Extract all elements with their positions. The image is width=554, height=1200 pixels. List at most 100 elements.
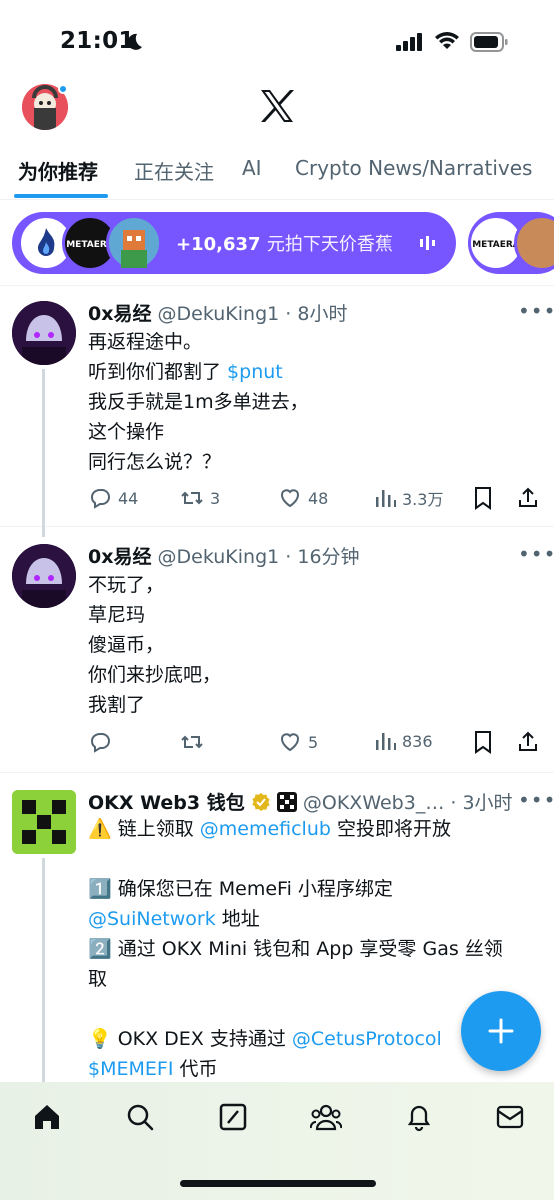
tab-for-you[interactable]: 为你推荐 xyxy=(18,156,98,185)
messages-mail-icon[interactable] xyxy=(495,1102,525,1132)
search-icon[interactable] xyxy=(125,1102,155,1132)
bookmark-icon[interactable] xyxy=(472,486,494,510)
tab-ai[interactable]: AI xyxy=(242,156,262,180)
anime-avatar-illustration xyxy=(12,301,76,365)
space-info: +10,637 元拍下天价香蕉 xyxy=(176,230,393,256)
okx-affiliate-badge-icon xyxy=(276,792,297,812)
reply-button[interactable]: 44 xyxy=(88,486,138,510)
repost-icon xyxy=(181,491,203,505)
like-button[interactable]: 48 xyxy=(278,486,328,510)
live-space-pill[interactable]: METAERA +10,637 元拍下天价香蕉 xyxy=(12,212,456,274)
author-handle-time[interactable]: @DekuKing1 · 8小时 xyxy=(158,303,348,325)
tweet-author-avatar[interactable] xyxy=(12,301,76,365)
tweet-line-text: ⚠️ 链上领取 xyxy=(88,818,200,840)
tweet-text: ⚠️ 链上领取 @memeficlub 空投即将开放 1️⃣ 确保您已在 Mem… xyxy=(88,814,528,1084)
tweet-text: 不玩了， 草尼玛 傻逼币， 你们来抄底吧， 我割了 xyxy=(88,570,528,720)
active-tab-indicator xyxy=(14,194,108,198)
views-button[interactable]: 3.3万 xyxy=(374,486,443,510)
tweet-line-text: 代币 xyxy=(173,1058,218,1080)
timeline-tabs: 为你推荐 正在关注 AI Crypto News/Narratives xyxy=(0,148,554,200)
author-handle-time[interactable]: @OKXWeb3_… · 3小时 xyxy=(303,792,513,814)
cashtag-link[interactable]: $MEMEFI xyxy=(88,1058,173,1080)
author-handle-time[interactable]: @DekuKing1 · 16分钟 xyxy=(158,546,360,568)
author-name[interactable]: 0x易经 xyxy=(88,303,151,325)
communities-icon[interactable] xyxy=(310,1102,342,1132)
tweet-line: ⚠️ 链上领取 @memeficlub 空投即将开放 xyxy=(88,814,528,844)
tweet-line: $MEMEFI 代币 xyxy=(88,1054,528,1084)
reply-icon xyxy=(91,733,110,753)
okx-logo-icon xyxy=(12,790,76,854)
more-options-icon[interactable]: ••• xyxy=(518,542,554,566)
tab-crypto-news[interactable]: Crypto News/Narratives xyxy=(295,156,532,180)
views-count: 3.3万 xyxy=(402,490,444,509)
tweet[interactable]: 0x易经 @DekuKing1 · 8小时 ••• 再返程途中。 听到你们都割了… xyxy=(0,287,554,537)
tweet-header: 0x易经 @DekuKing1 · 8小时 xyxy=(88,299,347,326)
mention-link[interactable]: @memeficlub xyxy=(200,818,331,840)
heart-icon xyxy=(281,733,299,752)
tweet-line: 取 xyxy=(88,968,108,990)
tweet-line: 再返程途中。 xyxy=(88,331,203,353)
tweet-line: 傻逼币， xyxy=(88,634,165,656)
reply-button[interactable] xyxy=(88,730,118,754)
tweet-line: 草尼玛 xyxy=(88,604,146,626)
tweet-actions: 44 3 48 3.3万 xyxy=(88,486,544,512)
tweet-line: 这个操作 xyxy=(88,421,165,443)
space-listener-avatar xyxy=(106,215,162,271)
repost-count: 3 xyxy=(210,488,221,508)
mention-link[interactable]: @SuiNetwork xyxy=(88,908,216,930)
notification-dot xyxy=(58,84,68,94)
grok-icon[interactable] xyxy=(218,1102,248,1132)
pixel-avatar-icon xyxy=(121,230,147,268)
repost-button[interactable] xyxy=(180,730,210,754)
svg-text:METAERA: METAERA xyxy=(472,240,520,250)
mention-link[interactable]: @CetusProtocol xyxy=(292,1028,442,1050)
tweet-line: 听到你们都割了 $pnut xyxy=(88,357,528,387)
tweet-line: 不玩了， xyxy=(88,574,165,596)
tweet-header: 0x易经 @DekuKing1 · 16分钟 xyxy=(88,542,360,569)
views-icon xyxy=(376,490,396,507)
bookmark-icon[interactable] xyxy=(472,730,494,754)
like-button[interactable]: 5 xyxy=(278,730,318,754)
live-space-pill-2[interactable]: METAERA xyxy=(468,212,554,274)
thread-line xyxy=(42,369,45,537)
listener-count: +10,637 xyxy=(176,234,261,255)
repost-button[interactable]: 3 xyxy=(180,486,220,510)
home-indicator xyxy=(180,1180,376,1187)
cashtag-link[interactable]: $pnut xyxy=(227,361,283,383)
tweet-actions: 5 836 xyxy=(88,730,544,756)
tweet-header: OKX Web3 钱包 @OKXWeb3_… · 3小时 xyxy=(88,788,513,815)
author-name[interactable]: OKX Web3 钱包 xyxy=(88,792,245,814)
more-options-icon[interactable]: ••• xyxy=(518,788,554,812)
more-options-icon[interactable]: ••• xyxy=(518,299,554,323)
tweet-line: 我反手就是1m多单进去， xyxy=(88,391,309,413)
home-icon[interactable] xyxy=(32,1102,62,1132)
tweet[interactable]: 0x易经 @DekuKing1 · 16分钟 ••• 不玩了， 草尼玛 傻逼币，… xyxy=(0,528,554,773)
tweet-line: 我割了 xyxy=(88,694,146,716)
reply-icon xyxy=(91,489,110,509)
tweet-author-avatar[interactable] xyxy=(12,790,76,854)
cellular-signal-icon xyxy=(396,33,422,51)
space-title: 元拍下天价香蕉 xyxy=(266,234,393,255)
anime-avatar-illustration xyxy=(12,544,76,608)
views-icon xyxy=(376,733,396,750)
tweet-line: 1️⃣ 确保您已在 MemeFi 小程序绑定 xyxy=(88,878,393,900)
compose-post-button[interactable] xyxy=(461,991,541,1071)
views-count: 836 xyxy=(402,731,433,751)
reply-count: 44 xyxy=(118,488,139,508)
do-not-disturb-icon xyxy=(127,33,142,50)
share-icon[interactable] xyxy=(516,486,540,510)
x-logo-icon[interactable] xyxy=(259,88,295,124)
author-name[interactable]: 0x易经 xyxy=(88,546,151,568)
notifications-bell-icon[interactable] xyxy=(404,1102,434,1132)
tweet-line: 你们来抄底吧， xyxy=(88,664,222,686)
repost-icon xyxy=(181,735,203,749)
tab-following[interactable]: 正在关注 xyxy=(134,156,214,185)
tweet-line-text: 💡 OKX DEX 支持通过 xyxy=(88,1028,292,1050)
verified-badge-icon xyxy=(252,793,270,811)
tweet-line-text: 地址 xyxy=(215,908,260,930)
wifi-icon xyxy=(435,32,459,49)
views-button[interactable]: 836 xyxy=(374,730,433,752)
plus-icon xyxy=(488,1018,514,1044)
tweet-author-avatar[interactable] xyxy=(12,544,76,608)
share-icon[interactable] xyxy=(516,730,540,754)
